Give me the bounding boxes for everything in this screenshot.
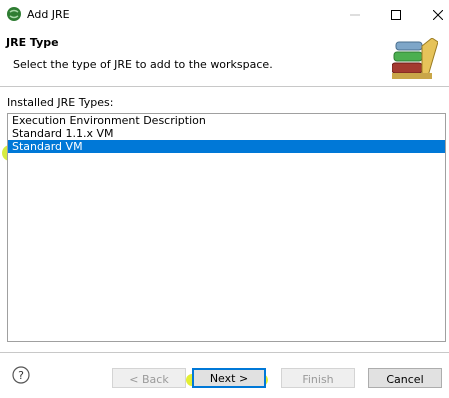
title-bar: Add JRE	[0, 0, 449, 30]
list-item-selected[interactable]: Standard VM	[8, 140, 445, 153]
maximize-icon	[391, 10, 401, 20]
minimize-icon	[350, 14, 360, 16]
jre-types-list[interactable]: Execution Environment Description Standa…	[7, 113, 446, 342]
wizard-header: JRE Type Select the type of JRE to add t…	[0, 30, 449, 86]
jre-library-icon	[392, 38, 438, 79]
header-separator	[0, 86, 449, 87]
cancel-button[interactable]: Cancel	[368, 368, 442, 388]
maximize-button[interactable]	[374, 0, 418, 30]
help-icon[interactable]: ?	[12, 366, 30, 384]
list-item[interactable]: Standard 1.1.x VM	[8, 127, 445, 140]
eclipse-icon	[7, 7, 21, 21]
svg-text:?: ?	[18, 369, 24, 382]
close-icon	[433, 10, 443, 20]
next-button[interactable]: Next >	[192, 368, 266, 388]
back-button[interactable]: < Back	[112, 368, 186, 388]
page-title: JRE Type	[6, 36, 59, 49]
window-title: Add JRE	[27, 8, 70, 21]
close-button[interactable]	[416, 0, 449, 30]
installed-jre-types-label: Installed JRE Types:	[7, 96, 114, 109]
page-description: Select the type of JRE to add to the wor…	[13, 58, 273, 71]
minimize-button[interactable]	[333, 0, 377, 30]
finish-button[interactable]: Finish	[281, 368, 355, 388]
footer-separator	[0, 352, 449, 353]
list-item[interactable]: Execution Environment Description	[8, 114, 445, 127]
